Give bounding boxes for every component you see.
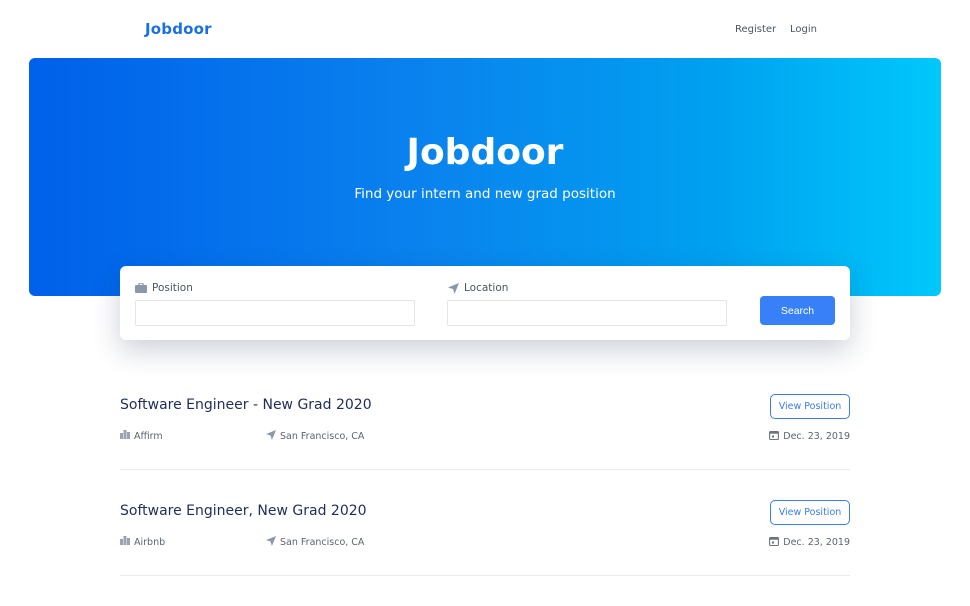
job-company: Airbnb	[120, 536, 165, 548]
date-text: Dec. 23, 2019	[783, 537, 850, 548]
date-text: Dec. 23, 2019	[783, 431, 850, 442]
company-name: Affirm	[134, 430, 163, 442]
register-link[interactable]: Register	[735, 24, 776, 35]
calendar-icon	[769, 430, 780, 443]
hero-banner: Jobdoor Find your intern and new grad po…	[29, 58, 941, 296]
location-arrow-icon	[448, 282, 459, 294]
job-date: Dec. 23, 2019	[769, 430, 850, 443]
company-name: Airbnb	[134, 536, 166, 548]
position-input[interactable]	[135, 300, 415, 326]
search-panel: Position Location Search	[120, 266, 850, 340]
location-label: Location	[448, 282, 508, 294]
job-title[interactable]: Software Engineer - New Grad 2020	[120, 397, 372, 413]
location-arrow-icon	[266, 430, 276, 443]
job-title[interactable]: Software Engineer, New Grad 2020	[120, 503, 367, 519]
job-date: Dec. 23, 2019	[769, 536, 850, 549]
brand-logo[interactable]: Jobdoor	[145, 20, 212, 38]
job-listing: Software Engineer - New Grad 2020 View P…	[120, 364, 850, 470]
top-navbar: Jobdoor Register Login	[0, 0, 970, 58]
view-position-button[interactable]: View Position	[770, 500, 850, 525]
view-position-button[interactable]: View Position	[770, 394, 850, 419]
building-icon	[120, 536, 130, 548]
position-label: Position	[135, 282, 193, 294]
calendar-icon	[769, 536, 780, 549]
job-location: San Francisco, CA	[266, 430, 364, 443]
hero-title: Jobdoor	[406, 132, 564, 173]
location-label-text: Location	[464, 282, 509, 294]
location-text: San Francisco, CA	[280, 431, 365, 442]
job-listing: Software Engineer, New Grad 2020 View Po…	[120, 470, 850, 576]
building-icon	[120, 430, 130, 442]
location-input[interactable]	[447, 300, 727, 326]
location-text: San Francisco, CA	[280, 537, 365, 548]
briefcase-icon	[135, 283, 147, 293]
hero-subtitle: Find your intern and new grad position	[354, 186, 616, 202]
job-location: San Francisco, CA	[266, 536, 364, 549]
location-arrow-icon	[266, 536, 276, 549]
position-label-text: Position	[152, 282, 193, 294]
login-link[interactable]: Login	[790, 24, 817, 35]
search-button[interactable]: Search	[760, 296, 835, 325]
job-company: Affirm	[120, 430, 163, 442]
